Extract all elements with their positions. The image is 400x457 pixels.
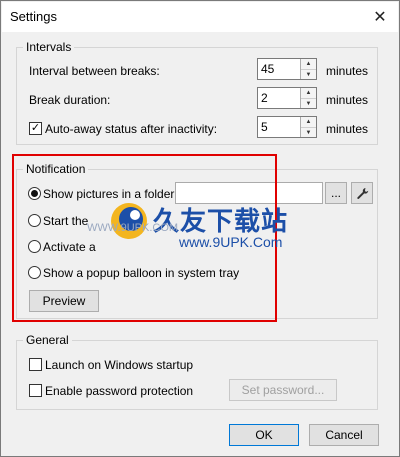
wrench-icon [356,187,368,199]
settings-button[interactable] [351,182,373,204]
window-title: Settings [10,9,57,24]
interval-value: 45 [261,62,275,76]
spin-up-icon[interactable]: ▲ [301,59,316,69]
settings-window: Settings ✕ Intervals Interval between br… [0,0,400,457]
close-icon[interactable]: ✕ [362,2,398,32]
password-protection-checkbox[interactable] [29,384,42,397]
spin-down-icon[interactable]: ▼ [301,127,316,137]
spin-up-icon[interactable]: ▲ [301,117,316,127]
title-bar: Settings ✕ [2,2,398,32]
password-protection-label: Enable password protection [45,384,194,398]
cancel-label: Cancel [325,428,363,442]
duration-spin-arrows[interactable]: ▲ ▼ [300,88,316,108]
autoaway-checkbox[interactable]: ✓ [29,122,42,135]
autoaway-value: 5 [261,120,268,134]
interval-spin-arrows[interactable]: ▲ ▼ [300,59,316,79]
interval-label: Interval between breaks: [29,64,160,78]
general-legend: General [23,333,72,347]
duration-label: Break duration: [29,93,111,107]
launch-startup-checkbox[interactable] [29,358,42,371]
autoaway-label: Auto-away status after inactivity: [45,122,218,136]
autoaway-unit: minutes [326,122,369,136]
set-password-label: Set password... [241,383,325,397]
cancel-button[interactable]: Cancel [309,424,379,446]
launch-startup-label: Launch on Windows startup [45,358,194,372]
ok-label: OK [255,428,273,442]
intervals-legend: Intervals [23,40,75,54]
ok-button[interactable]: OK [229,424,299,446]
spin-down-icon[interactable]: ▼ [301,98,316,108]
duration-unit: minutes [326,93,369,107]
duration-spinner[interactable]: 2 ▲ ▼ [257,87,317,109]
browse-button[interactable]: ... [325,182,347,204]
highlight-frame [12,154,277,322]
spin-up-icon[interactable]: ▲ [301,88,316,98]
autoaway-spin-arrows[interactable]: ▲ ▼ [300,117,316,137]
browse-label: ... [330,186,341,200]
set-password-button[interactable]: Set password... [229,379,337,401]
interval-spinner[interactable]: 45 ▲ ▼ [257,58,317,80]
autoaway-spinner[interactable]: 5 ▲ ▼ [257,116,317,138]
spin-down-icon[interactable]: ▼ [301,69,316,79]
duration-value: 2 [261,91,268,105]
interval-unit: minutes [326,64,369,78]
